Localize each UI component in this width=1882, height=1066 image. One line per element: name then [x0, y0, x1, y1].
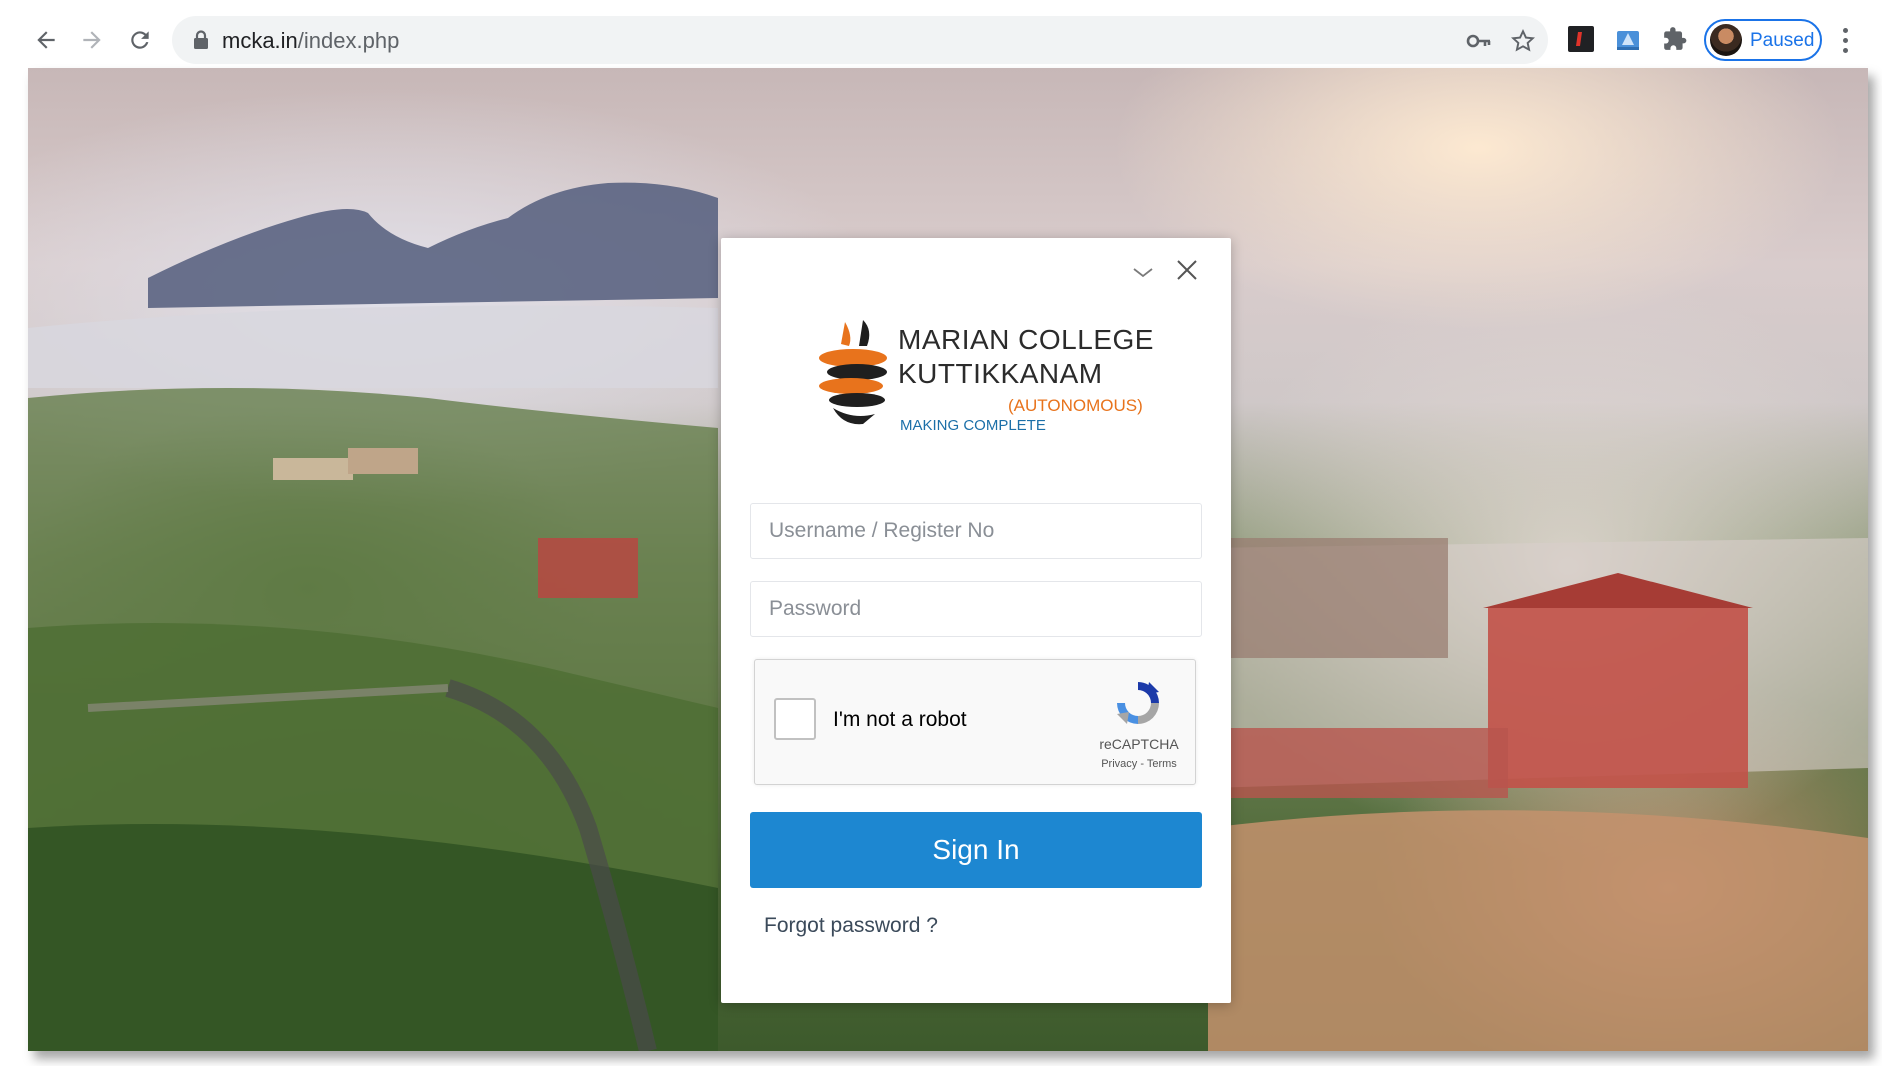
password-input[interactable] — [750, 581, 1202, 637]
recaptcha-checkbox[interactable] — [774, 698, 816, 740]
close-icon[interactable] — [1173, 256, 1201, 284]
profile-status: Paused — [1750, 30, 1815, 51]
url-text[interactable]: mcka.in/index.php — [222, 28, 399, 54]
login-card: MARIAN COLLEGE KUTTIKKANAM (AUTONOMOUS) … — [721, 238, 1231, 1003]
recaptcha-brand: reCAPTCHA — [1099, 736, 1179, 752]
logo-title-line1: MARIAN COLLEGE — [898, 324, 1154, 355]
lock-icon[interactable] — [192, 30, 210, 50]
forgot-password-link[interactable]: Forgot password ? — [764, 914, 938, 938]
sign-in-button[interactable]: Sign In — [750, 812, 1202, 888]
key-icon[interactable] — [1466, 28, 1492, 54]
menu-icon[interactable] — [1830, 22, 1860, 58]
college-logo: MARIAN COLLEGE KUTTIKKANAM (AUTONOMOUS) … — [813, 316, 1153, 436]
logo-autonomous: (AUTONOMOUS) — [1008, 396, 1143, 415]
forward-button[interactable] — [74, 22, 110, 58]
logo-tagline: MAKING COMPLETE — [900, 417, 1046, 434]
extension-2-icon — [1617, 31, 1639, 50]
address-bar[interactable]: mcka.in/index.php — [172, 16, 1548, 64]
url-host: mcka.in — [222, 28, 298, 53]
page-background: MARIAN COLLEGE KUTTIKKANAM (AUTONOMOUS) … — [28, 68, 1868, 1051]
reload-icon — [131, 31, 149, 49]
extensions-button[interactable] — [1660, 24, 1690, 54]
recaptcha-links[interactable]: Privacy - Terms — [1089, 758, 1189, 770]
browser-toolbar: mcka.in/index.php Paused — [0, 0, 1882, 74]
star-icon[interactable] — [1510, 28, 1536, 54]
chevron-down-icon[interactable] — [1131, 262, 1155, 282]
logo-title-line2: KUTTIKKANAM — [898, 358, 1103, 389]
back-icon — [37, 31, 55, 49]
recaptcha-widget: I'm not a robot reCAPTCHA Privacy - Term… — [754, 659, 1196, 785]
extension-1-icon — [1568, 26, 1594, 52]
forward-icon — [83, 31, 101, 49]
college-emblem — [819, 320, 887, 425]
recaptcha-label: I'm not a robot — [833, 708, 967, 731]
recaptcha-icon — [1117, 682, 1159, 724]
extension-2-button[interactable] — [1613, 24, 1643, 54]
extension-1-button[interactable] — [1566, 24, 1596, 54]
username-input[interactable] — [750, 503, 1202, 559]
back-button[interactable] — [28, 22, 64, 58]
url-path: /index.php — [297, 28, 400, 53]
reload-button[interactable] — [122, 22, 158, 58]
puzzle-icon — [1664, 27, 1687, 50]
avatar — [1710, 24, 1742, 56]
profile-button[interactable]: Paused — [1704, 19, 1822, 61]
